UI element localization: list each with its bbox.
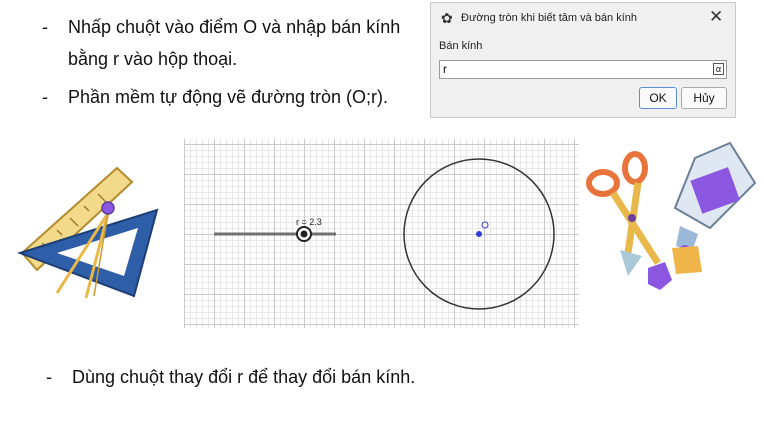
circle-radius-dialog: ✿ Đường tròn khi biết tâm và bán kính ✕ …	[430, 2, 736, 118]
bullet-text-line2: bằng r vào hộp thoại.	[68, 49, 238, 69]
gear-icon: ✿	[441, 10, 453, 26]
ruler-compass-clipart	[16, 166, 159, 299]
bullet-dash: -	[46, 367, 52, 387]
radius-field-label: Bán kính	[439, 40, 483, 52]
slider-label: r = 2.3	[296, 217, 322, 227]
dialog-title-bar[interactable]: ✿ Đường tròn khi biết tâm và bán kính ✕	[431, 3, 735, 33]
scissors-glue-clipart	[586, 141, 757, 290]
geometry-drawing	[214, 158, 555, 310]
bullet-2: - Phần mềm tự động vẽ đường tròn (O;r).	[42, 86, 422, 110]
bullet-text-line1: Nhấp chuột vào điểm O và nhập bán kính	[68, 17, 401, 37]
center-point-O[interactable]	[476, 231, 482, 237]
bullet-dash: -	[42, 87, 48, 107]
radius-input-value: r	[443, 62, 447, 76]
close-icon[interactable]: ✕	[709, 7, 723, 27]
bullet-dash: -	[42, 17, 48, 37]
geometry-canvas[interactable]: r = 2.3	[184, 139, 579, 328]
bullet-3: - Dùng chuột thay đổi r để thay đổi bán …	[46, 366, 466, 390]
bullet-text: Dùng chuột thay đổi r để thay đổi bán kí…	[72, 367, 416, 387]
alpha-icon[interactable]: α	[713, 63, 724, 75]
point-marker[interactable]	[481, 221, 489, 229]
radius-input[interactable]: r α	[439, 60, 727, 79]
dialog-title: Đường tròn khi biết tâm và bán kính	[461, 12, 637, 24]
bullet-text: Phần mềm tự động vẽ đường tròn (O;r).	[68, 87, 389, 107]
ok-button[interactable]: OK	[639, 87, 677, 109]
bullet-1: - Nhấp chuột vào điểm O và nhập bán kính…	[42, 16, 422, 69]
cancel-button[interactable]: Hủy	[681, 87, 727, 109]
slider-handle-center	[300, 230, 308, 238]
